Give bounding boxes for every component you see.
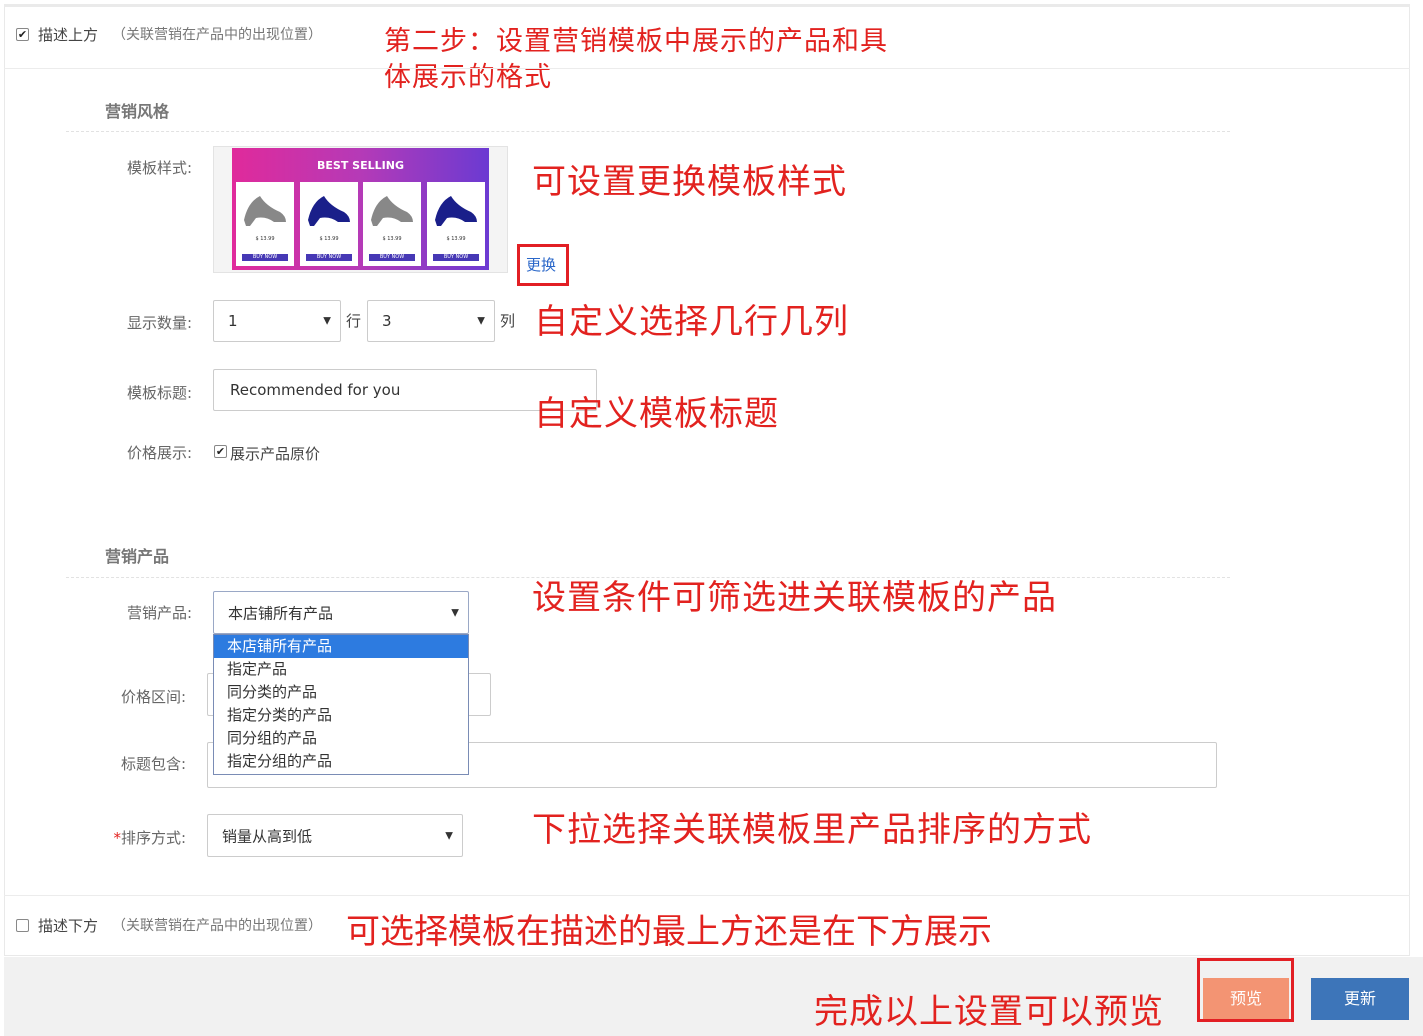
price-range-label: 价格区间: [120,688,186,706]
annotation-rows-cols: 自定义选择几行几列 [534,302,849,342]
annotation-title: 自定义模板标题 [534,394,779,434]
dropdown-option[interactable]: 指定分组的产品 [214,750,468,773]
marketing-product-select[interactable]: 本店铺所有产品 ▼ [213,591,469,634]
display-count-label: 显示数量: [126,314,192,332]
template-style-label: 模板样式: [126,159,192,177]
marketing-product-dropdown[interactable]: 本店铺所有产品 指定产品 同分类的产品 指定分类的产品 同分组的产品 指定分组的产品 [213,634,469,775]
thumbnail-card: $ 13.99 BUY NOW [363,182,421,266]
sort-select[interactable]: 销量从高到低 ▼ [207,814,463,857]
divider [4,68,1410,69]
thumbnail-card: $ 13.99 BUY NOW [300,182,358,266]
dropdown-option[interactable]: 指定产品 [214,658,468,681]
chevron-down-icon: ▼ [323,315,331,327]
annotation-position: 可选择模板在描述的最上方还是在下方展示 [346,912,992,952]
thumbnail-card: $ 13.99 BUY NOW [236,182,294,266]
top-position-label: 描述上方 [38,26,99,44]
annotation-sort: 下拉选择关联模板里产品排序的方式 [532,810,1092,850]
bottom-position-hint: （关联营销在产品中的出现位置） [112,918,322,934]
template-title-label: 模板标题: [126,384,192,402]
bottom-position-checkbox[interactable] [16,919,29,932]
shoe-icon [435,196,477,226]
shoe-icon [308,196,350,226]
thumbnail-banner: BEST SELLING [317,159,404,172]
dropdown-option[interactable]: 同分类的产品 [214,681,468,704]
top-position-checkbox[interactable]: ✔ [16,28,29,41]
section-title-style: 营销风格 [105,102,170,121]
annotation-step2: 第二步：设置营销模板中展示的产品和具 体展示的格式 [384,26,888,93]
rows-select[interactable]: 1 ▼ [213,300,341,342]
thumbnail-card: $ 13.99 BUY NOW [427,182,485,266]
rows-unit: 行 [346,312,362,330]
dropdown-option[interactable]: 指定分类的产品 [214,704,468,727]
annotation-change-style: 可设置更换模板样式 [532,162,847,202]
marketing-product-label: 营销产品: [126,604,192,622]
divider [4,895,1410,896]
preview-highlight-box [1197,958,1294,1022]
dropdown-option[interactable]: 本店铺所有产品 [214,635,468,658]
section-divider [66,131,1230,132]
annotation-filter: 设置条件可筛选进关联模板的产品 [532,578,1057,618]
chevron-down-icon: ▼ [477,315,485,327]
template-thumbnail[interactable]: BEST SELLING $ 13.99 BUY NOW $ 13.99 BUY… [232,148,489,270]
chevron-down-icon: ▼ [451,607,459,618]
top-position-hint: （关联营销在产品中的出现位置） [112,27,322,43]
bottom-position-label: 描述下方 [38,917,99,935]
chevron-down-icon: ▼ [445,830,453,841]
required-mark: * [113,829,121,847]
update-button[interactable]: 更新 [1311,978,1409,1020]
dropdown-option[interactable]: 同分组的产品 [214,727,468,750]
show-original-price-checkbox[interactable]: ✔ [214,445,227,458]
price-display-label: 价格展示: [126,444,192,462]
title-contains-label: 标题包含: [120,755,186,773]
shoe-icon [244,196,286,226]
cols-select[interactable]: 3 ▼ [367,300,495,342]
show-original-price-label: 展示产品原价 [230,445,321,463]
sort-label: *排序方式: [113,829,186,847]
shoe-icon [371,196,413,226]
section-title-products: 营销产品 [105,547,170,566]
change-template-link[interactable]: 更换 [526,254,556,275]
top-border [4,4,1410,7]
cols-unit: 列 [500,312,516,330]
annotation-preview: 完成以上设置可以预览 [814,992,1164,1032]
